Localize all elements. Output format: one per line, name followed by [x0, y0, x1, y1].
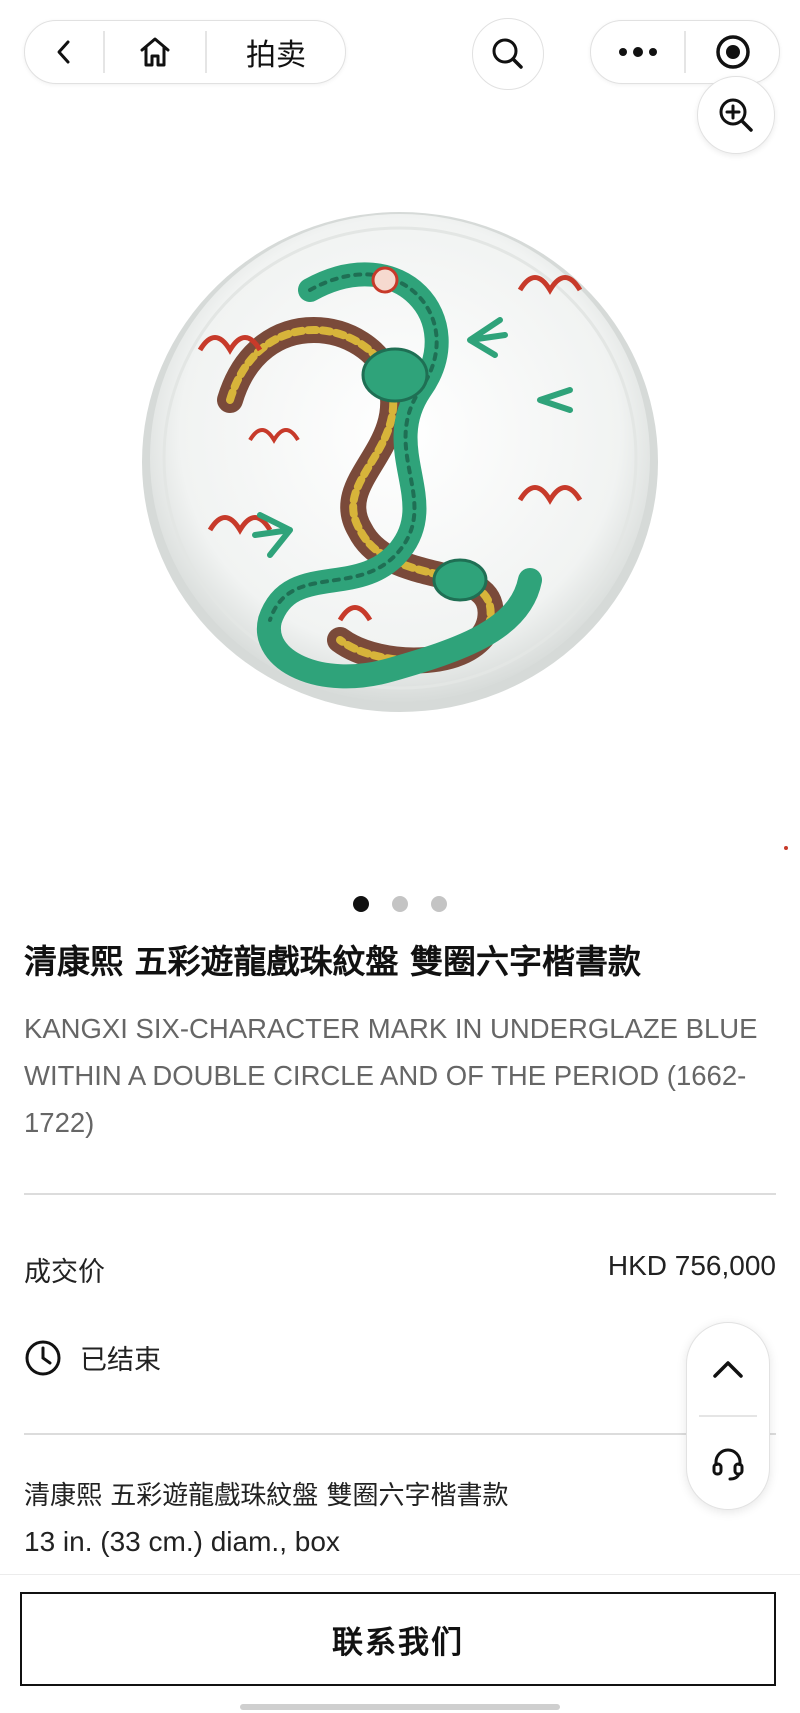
- decorative-speck: [784, 846, 788, 850]
- headset-icon: [709, 1444, 747, 1482]
- home-button[interactable]: [105, 21, 205, 83]
- detail-dimensions: 13 in. (33 cm.) diam., box: [24, 1526, 340, 1557]
- close-miniapp-button[interactable]: [686, 21, 779, 83]
- carousel-dot[interactable]: [392, 896, 408, 912]
- floating-actions: [686, 1322, 770, 1510]
- carousel-dot[interactable]: [431, 896, 448, 912]
- miniapp-capsule: [590, 20, 780, 84]
- dragon-plate-illustration: [142, 212, 658, 712]
- lot-title: 清康熙 五彩遊龍戲珠紋盤 雙圈六字楷書款: [24, 942, 641, 981]
- status-row: 已结束: [24, 1338, 161, 1377]
- product-image[interactable]: [140, 200, 660, 720]
- detail-title: 清康熙 五彩遊龍戲珠紋盤 雙圈六字楷書款: [24, 1481, 509, 1511]
- scroll-top-button[interactable]: [687, 1323, 769, 1415]
- record-icon: [714, 33, 752, 71]
- customer-service-button[interactable]: [687, 1417, 769, 1509]
- clock-icon: [24, 1339, 62, 1377]
- home-icon: [137, 34, 173, 70]
- page-title: 拍卖: [246, 38, 306, 73]
- nav-capsule: 拍卖: [24, 20, 346, 84]
- back-button[interactable]: [25, 21, 103, 83]
- carousel-dot[interactable]: [352, 896, 369, 912]
- price-value: HKD 756,000: [607, 1250, 776, 1281]
- zoom-button[interactable]: [697, 76, 775, 154]
- lot-subtitle: KANGXI SIX-CHARACTER MARK IN UNDERGLAZE …: [24, 1013, 758, 1138]
- divider: [24, 1433, 776, 1435]
- zoom-in-icon: [716, 95, 756, 135]
- search-icon: [490, 36, 526, 72]
- home-indicator: [240, 1704, 560, 1710]
- more-button[interactable]: [591, 21, 684, 83]
- status-label: 已结束: [80, 1345, 161, 1376]
- price-label: 成交价: [24, 1257, 105, 1288]
- carousel-indicator: [0, 896, 800, 914]
- divider: [24, 1193, 776, 1195]
- contact-us-button[interactable]: 联系我们: [20, 1592, 776, 1686]
- more-icon: [616, 45, 660, 59]
- chevron-up-icon: [711, 1358, 745, 1380]
- back-icon: [52, 38, 76, 66]
- search-button[interactable]: [472, 18, 544, 90]
